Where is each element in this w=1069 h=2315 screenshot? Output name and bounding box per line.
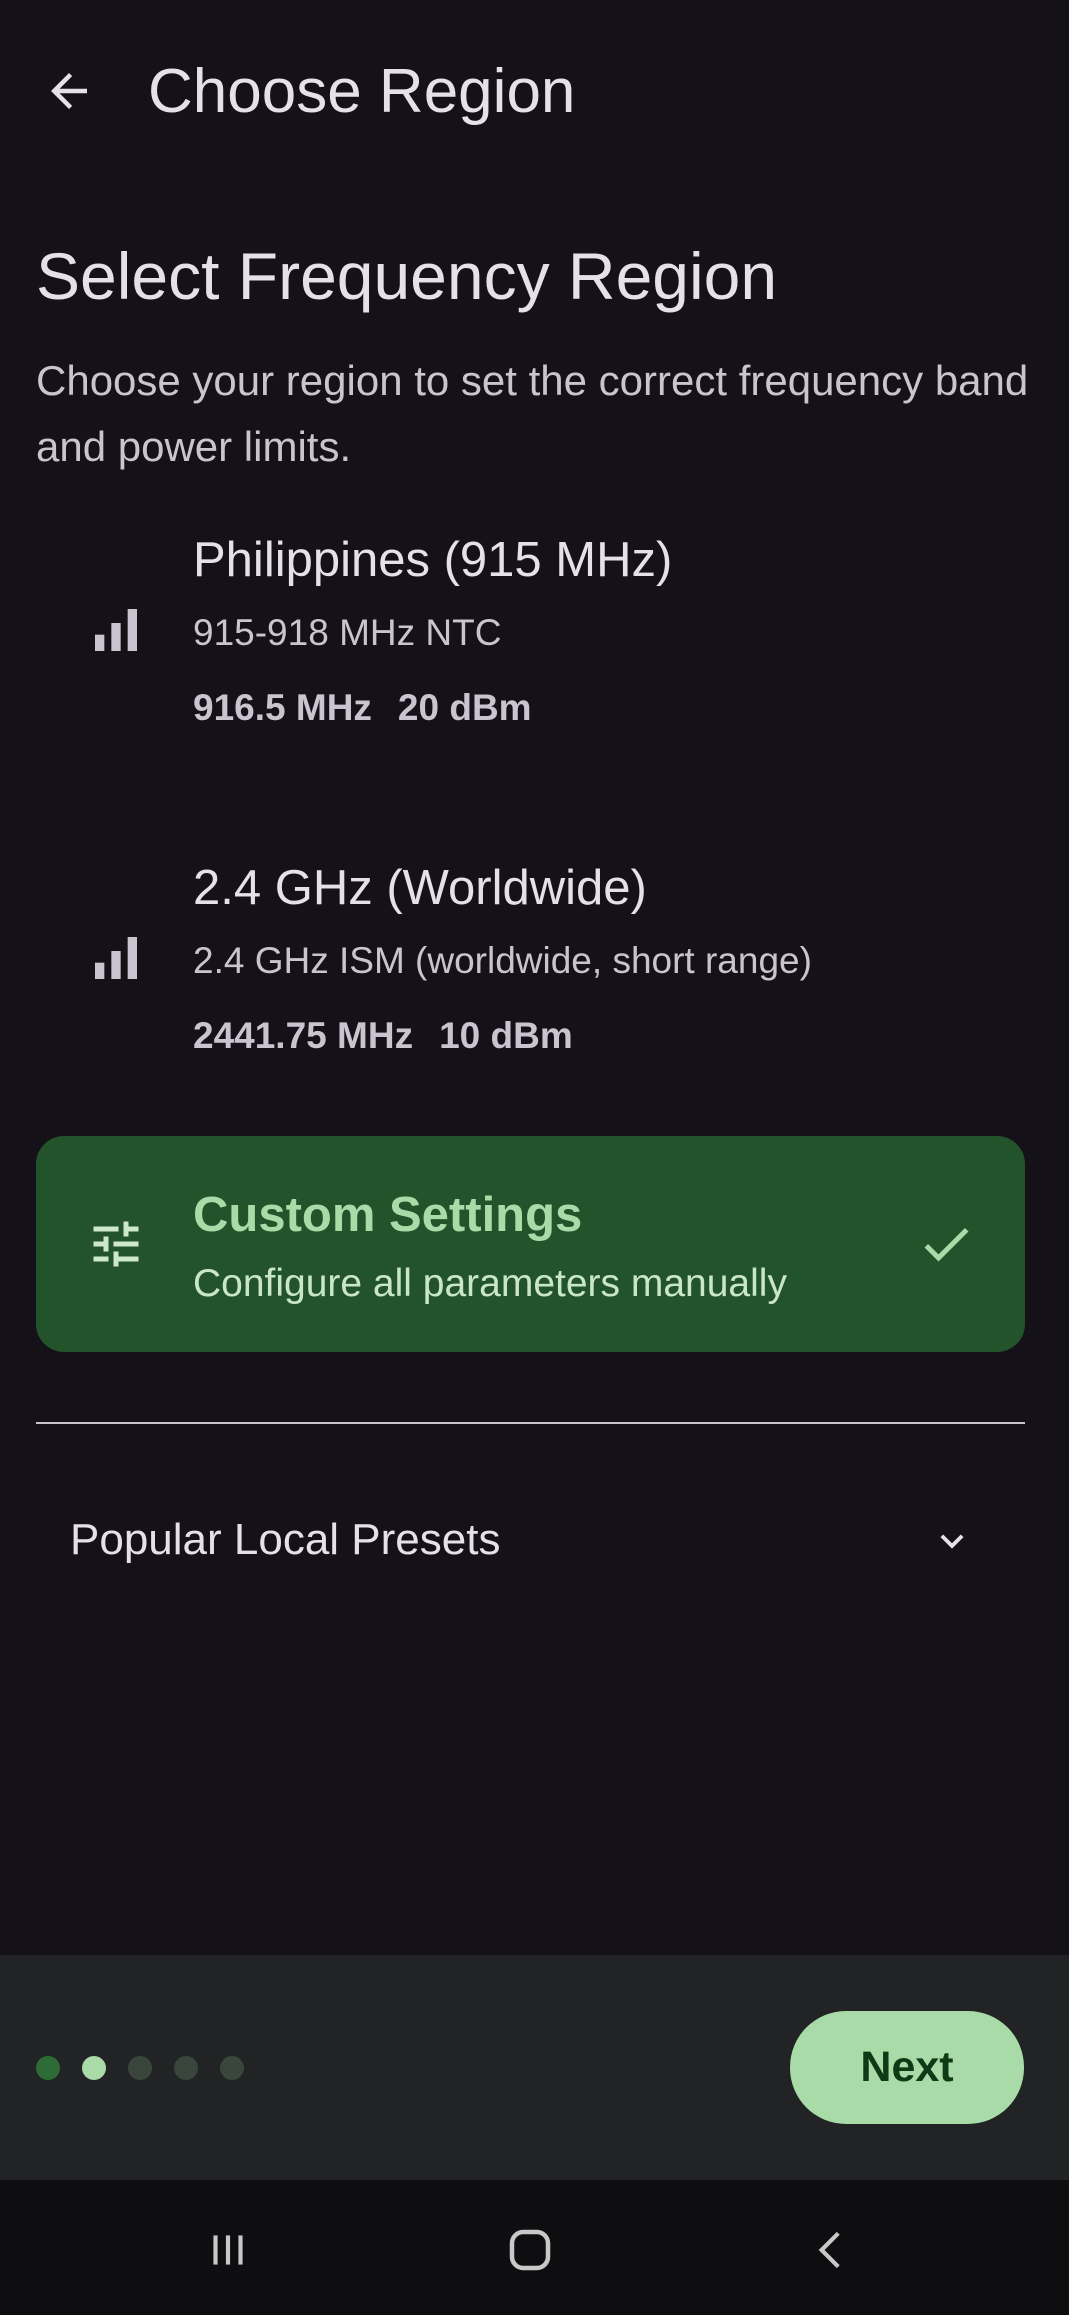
region-item-2-4ghz[interactable]: 2.4 GHz (Worldwide) 2.4 GHz ISM (worldwi… xyxy=(36,858,1024,1068)
page-dot xyxy=(220,2056,244,2080)
recent-apps-button[interactable] xyxy=(188,2210,268,2290)
popular-presets-label: Popular Local Presets xyxy=(70,1515,501,1564)
next-button[interactable]: Next xyxy=(790,2011,1024,2124)
signal-bars-icon xyxy=(95,609,137,651)
chevron-left-icon xyxy=(818,2231,840,2269)
region-power: 20 dBm xyxy=(397,687,532,728)
page-dot xyxy=(174,2056,198,2080)
page-dot xyxy=(36,2056,60,2080)
app-bar: Choose Region xyxy=(0,0,1069,185)
recent-apps-icon xyxy=(213,2235,243,2265)
region-stats: 2441.75 MHz 10 dBm xyxy=(193,1013,573,1059)
popular-presets-toggle[interactable]: Popular Local Presets xyxy=(36,1480,1025,1600)
region-description: 2.4 GHz ISM (worldwide, short range) xyxy=(193,940,812,981)
arrow-left-icon xyxy=(51,73,87,109)
page-dot xyxy=(128,2056,152,2080)
region-description: 915-918 MHz NTC xyxy=(193,612,502,653)
page-title: Choose Region xyxy=(148,57,576,126)
custom-settings-card[interactable]: Custom Settings Configure all parameters… xyxy=(36,1136,1025,1352)
custom-settings-description: Configure all parameters manually xyxy=(193,1262,787,1305)
region-name: Philippines (915 MHz) xyxy=(193,533,673,587)
custom-settings-title: Custom Settings xyxy=(193,1188,583,1242)
page-dot-current xyxy=(82,2056,106,2080)
home-icon xyxy=(509,2229,551,2271)
tune-sliders-icon xyxy=(93,1221,139,1267)
system-nav-bar xyxy=(0,2180,1069,2315)
signal-bars-icon xyxy=(95,937,137,979)
section-heading: Select Frequency Region xyxy=(36,239,778,313)
section-subtitle: Choose your region to set the correct fr… xyxy=(36,357,1029,470)
region-stats: 916.5 MHz 20 dBm xyxy=(193,685,532,731)
system-back-button[interactable] xyxy=(792,2210,872,2290)
chevron-down-icon xyxy=(940,1534,964,1549)
region-frequency: 2441.75 MHz xyxy=(193,1015,414,1056)
region-name: 2.4 GHz (Worldwide) xyxy=(193,861,647,915)
home-button[interactable] xyxy=(490,2210,570,2290)
region-item-philippines[interactable]: Philippines (915 MHz) 915-918 MHz NTC 91… xyxy=(36,530,1024,740)
page-indicator xyxy=(36,2056,244,2080)
back-button[interactable] xyxy=(24,46,114,136)
check-icon xyxy=(924,1227,969,1262)
divider xyxy=(36,1422,1025,1424)
region-frequency: 916.5 MHz xyxy=(193,687,372,728)
region-power: 10 dBm xyxy=(439,1015,573,1056)
